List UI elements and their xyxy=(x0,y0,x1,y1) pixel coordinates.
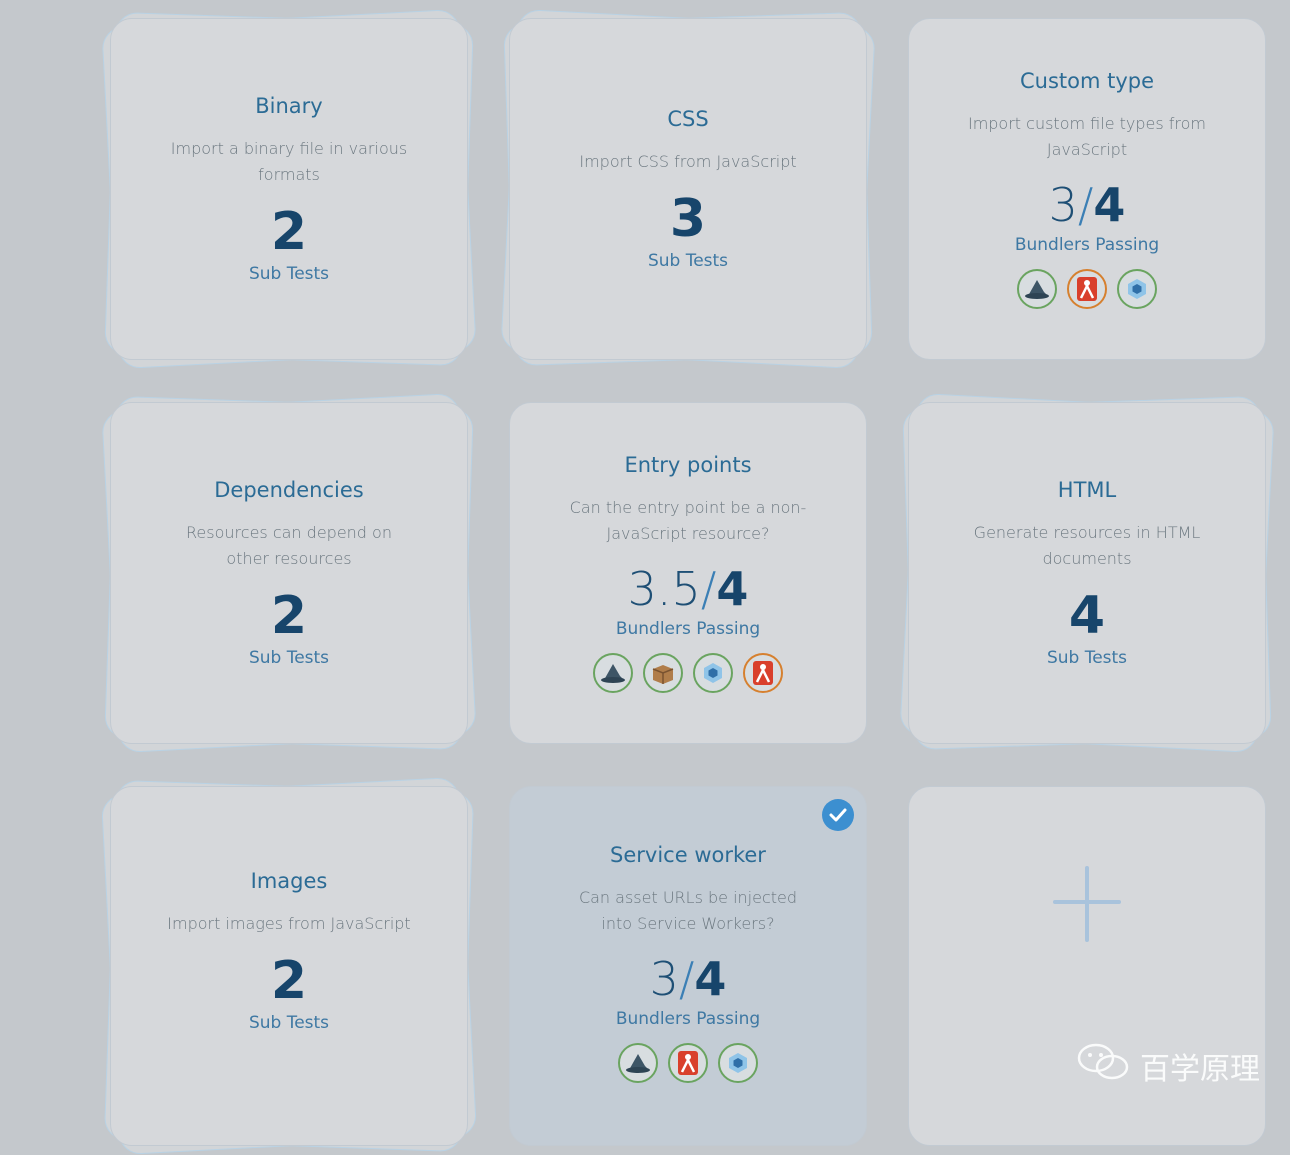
card-wrap-entry-points: Entry points Can the entry point be a no… xyxy=(509,402,867,744)
card-description: Import images from JavaScript xyxy=(167,914,411,933)
bundlers-passing-label: Bundlers Passing xyxy=(1014,235,1160,255)
card-title: Binary xyxy=(255,94,323,118)
rollup-icon[interactable] xyxy=(743,653,783,693)
card-description: Can the entry point be a non-JavaScript … xyxy=(569,498,807,543)
total-count: 4 xyxy=(1093,178,1126,232)
total-count: 4 xyxy=(694,952,727,1006)
bundler-icons xyxy=(593,653,783,693)
sub-test-count: 2 xyxy=(270,951,308,1011)
bundlers-passing-label: Bundlers Passing xyxy=(615,1009,761,1029)
webpack-icon[interactable] xyxy=(718,1043,758,1083)
passed-count: 3.5 xyxy=(627,562,701,616)
rollup-icon[interactable] xyxy=(668,1043,708,1083)
passed-count: 3 xyxy=(649,952,679,1006)
card-title: Custom type xyxy=(1019,69,1155,93)
sub-test-count: 4 xyxy=(1068,586,1106,646)
card-description: Import CSS from JavaScript xyxy=(579,152,797,171)
test-card-service-worker[interactable]: Service worker Can asset URLs be injecte… xyxy=(509,786,867,1146)
browserify-icon[interactable] xyxy=(1017,269,1057,309)
bundler-icons xyxy=(1017,269,1157,309)
card-title: Images xyxy=(250,869,328,893)
test-card-html[interactable]: HTML Generate resources in HTML document… xyxy=(908,402,1266,744)
card-wrap-css: CSS Import CSS from JavaScript 3 Sub Tes… xyxy=(500,8,876,370)
card-description: Resources can depend on other resources xyxy=(186,523,392,568)
test-card-custom-type[interactable]: Custom type Import custom file types fro… xyxy=(908,18,1266,360)
test-card-entry-points[interactable]: Entry points Can the entry point be a no… xyxy=(509,402,867,744)
watermark: 百学原理 xyxy=(1076,1042,1260,1090)
card-description: Import a binary file in various formats xyxy=(170,139,408,184)
card-wrap-images: Images Import images from JavaScript 2 S… xyxy=(100,776,478,1155)
plus-icon[interactable] xyxy=(1053,866,1121,946)
browserify-icon[interactable] xyxy=(618,1043,658,1083)
total-count: 4 xyxy=(716,562,749,616)
wechat-icon xyxy=(1076,1042,1132,1090)
sub-test-count: 2 xyxy=(270,202,308,262)
sub-tests-label: Sub Tests xyxy=(248,1013,330,1033)
test-card-binary[interactable]: Binary Import a binary file in various f… xyxy=(110,18,468,360)
sub-test-count: 2 xyxy=(270,586,308,646)
card-wrap-add xyxy=(908,786,1266,1146)
score-slash: / xyxy=(700,562,717,616)
add-test-card[interactable] xyxy=(908,786,1266,1146)
card-wrap-html: HTML Generate resources in HTML document… xyxy=(899,392,1275,754)
bundlers-score: 3/4 xyxy=(1049,177,1126,233)
card-wrap-binary: Binary Import a binary file in various f… xyxy=(101,8,477,370)
test-card-images[interactable]: Images Import images from JavaScript 2 S… xyxy=(110,786,468,1146)
parcel-icon[interactable] xyxy=(643,653,683,693)
browserify-icon[interactable] xyxy=(593,653,633,693)
sub-test-count: 3 xyxy=(669,189,707,249)
webpack-icon[interactable] xyxy=(693,653,733,693)
card-description: Can asset URLs be injected into Service … xyxy=(578,888,798,933)
card-wrap-service-worker: Service worker Can asset URLs be injecte… xyxy=(509,786,867,1146)
card-title: Entry points xyxy=(624,453,752,477)
watermark-text: 百学原理 xyxy=(1140,1052,1260,1087)
bundlers-passing-label: Bundlers Passing xyxy=(615,619,761,639)
sub-tests-label: Sub Tests xyxy=(248,648,330,668)
card-title: HTML xyxy=(1057,478,1117,502)
rollup-icon[interactable] xyxy=(1067,269,1107,309)
card-description: Import custom file types from JavaScript xyxy=(967,114,1207,159)
bundlers-score: 3.5/4 xyxy=(628,561,749,617)
test-card-dependencies[interactable]: Dependencies Resources can depend on oth… xyxy=(110,402,468,744)
card-title: Dependencies xyxy=(214,478,364,502)
test-grid: Binary Import a binary file in various f… xyxy=(0,0,1290,1155)
score-slash: / xyxy=(1077,178,1094,232)
passed-count: 3 xyxy=(1048,178,1078,232)
webpack-icon[interactable] xyxy=(1117,269,1157,309)
card-description: Generate resources in HTML documents xyxy=(973,523,1201,568)
bundlers-score: 3/4 xyxy=(650,951,727,1007)
card-wrap-custom-type: Custom type Import custom file types fro… xyxy=(908,18,1266,360)
bundler-icons xyxy=(618,1043,758,1083)
card-wrap-dependencies: Dependencies Resources can depend on oth… xyxy=(101,392,477,754)
card-title: Service worker xyxy=(610,843,766,867)
sub-tests-label: Sub Tests xyxy=(1046,648,1128,668)
test-card-css[interactable]: CSS Import CSS from JavaScript 3 Sub Tes… xyxy=(509,18,867,360)
check-icon[interactable] xyxy=(822,799,854,831)
score-slash: / xyxy=(678,952,695,1006)
card-title: CSS xyxy=(667,107,709,131)
sub-tests-label: Sub Tests xyxy=(248,264,330,284)
sub-tests-label: Sub Tests xyxy=(647,251,729,271)
